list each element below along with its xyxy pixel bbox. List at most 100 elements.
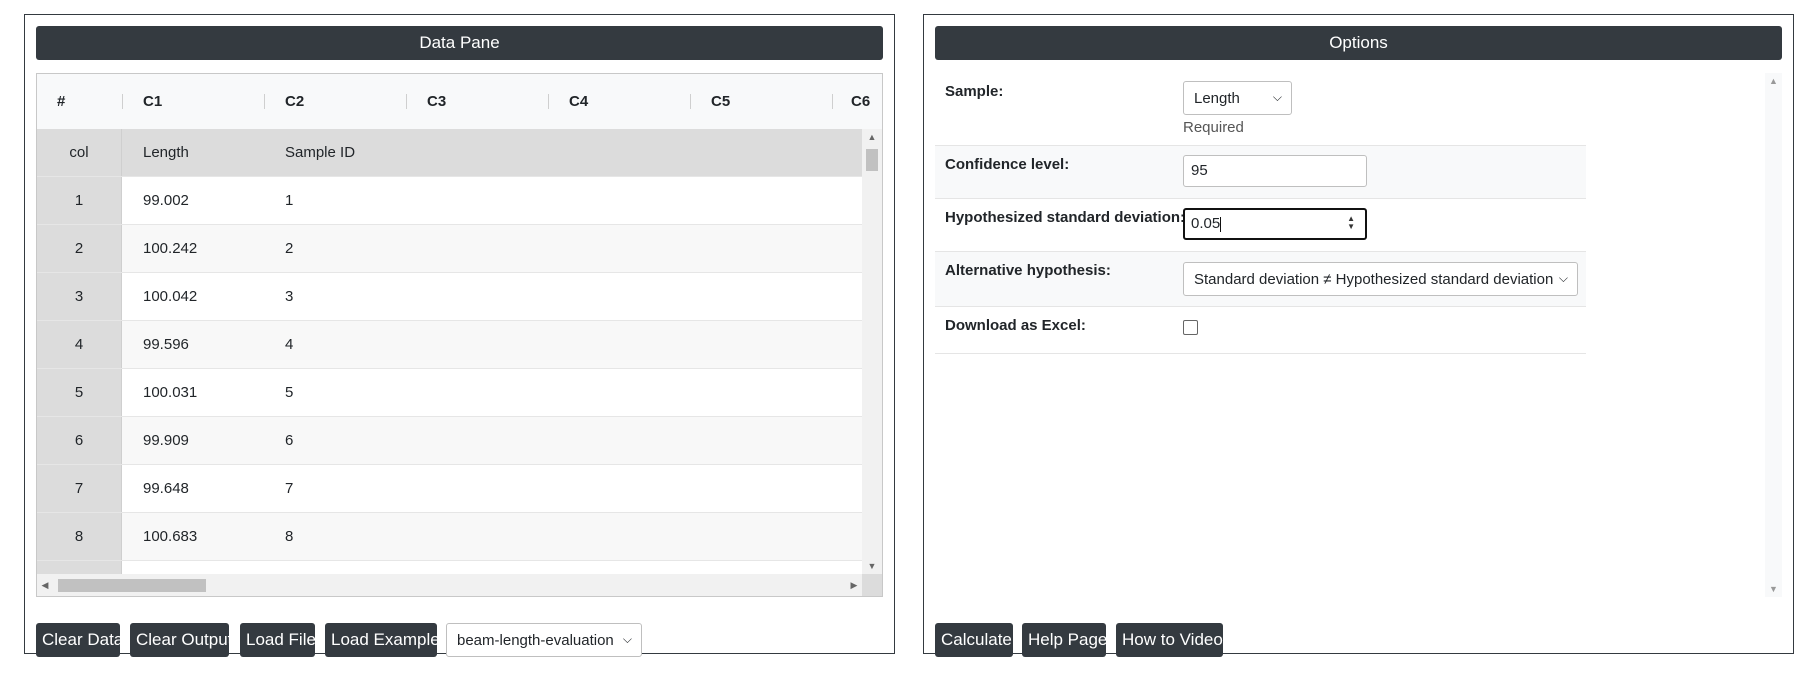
column-header-c2[interactable]: C2 <box>285 74 304 129</box>
how-to-video-button[interactable]: How to Video <box>1116 623 1223 657</box>
download-excel-checkbox[interactable] <box>1183 320 1198 335</box>
column-header-c4[interactable]: C4 <box>569 74 588 129</box>
example-select[interactable]: beam-length-evaluation ⌵ <box>446 623 642 657</box>
row-label-index: col <box>37 129 122 176</box>
table-cell[interactable]: 100.242 <box>143 225 197 272</box>
sample-select[interactable]: Length ⌵ <box>1183 81 1292 115</box>
load-file-button[interactable]: Load File <box>240 623 316 657</box>
table-row <box>37 561 862 574</box>
scrollbar-corner <box>862 574 882 596</box>
table-cell[interactable]: 7 <box>285 465 293 512</box>
scrollbar-thumb[interactable] <box>58 579 206 592</box>
scroll-right-icon[interactable]: ▶ <box>846 574 862 596</box>
table-row: 8 100.683 8 <box>37 513 862 561</box>
column-separator[interactable] <box>406 94 407 109</box>
text-cursor <box>1220 216 1222 232</box>
hyp-sd-value: 0.05 <box>1191 215 1221 232</box>
row-number: 3 <box>37 273 122 320</box>
alternative-select-value: Standard deviation ≠ Hypothesized standa… <box>1194 270 1554 288</box>
example-select-value: beam-length-evaluation <box>457 631 614 649</box>
table-cell[interactable]: 99.648 <box>143 465 189 512</box>
row-number: 1 <box>37 177 122 224</box>
grid-label-row: col Length Sample ID <box>37 129 862 177</box>
grid-body: col Length Sample ID 1 99.002 1 2 100.24… <box>37 129 862 574</box>
column-header-c5[interactable]: C5 <box>711 74 730 129</box>
data-pane-title: Data Pane <box>36 26 883 60</box>
column-separator[interactable] <box>122 94 123 109</box>
hyp-sd-input[interactable]: 0.05 ▲ ▼ <box>1183 208 1367 240</box>
chevron-down-icon: ⌵ <box>1558 271 1568 285</box>
row-number: 4 <box>37 321 122 368</box>
confidence-input[interactable]: 95 <box>1183 155 1367 187</box>
table-cell[interactable]: 100.042 <box>143 273 197 320</box>
options-pane: Options Sample: Length ⌵ Required Confid… <box>923 14 1794 657</box>
options-title: Options <box>935 26 1782 60</box>
table-row: 2 100.242 2 <box>37 225 862 273</box>
option-row-download: Download as Excel: <box>935 307 1586 354</box>
table-cell[interactable]: 5 <box>285 369 293 416</box>
table-cell[interactable]: 1 <box>285 177 293 224</box>
table-cell[interactable]: 2 <box>285 225 293 272</box>
scroll-up-icon[interactable]: ▲ <box>1765 73 1782 89</box>
column-separator[interactable] <box>264 94 265 109</box>
table-cell[interactable]: 4 <box>285 321 293 368</box>
scroll-up-icon[interactable]: ▲ <box>862 129 882 145</box>
alternative-select[interactable]: Standard deviation ≠ Hypothesized standa… <box>1183 262 1578 296</box>
clear-data-button[interactable]: Clear Data <box>36 623 123 657</box>
data-pane: Data Pane # C1 C2 C3 C4 C5 C6 col Length… <box>24 14 895 657</box>
table-row: 6 99.909 6 <box>37 417 862 465</box>
scroll-left-icon[interactable]: ◀ <box>37 574 53 596</box>
column-header-c1[interactable]: C1 <box>143 74 162 129</box>
column-separator[interactable] <box>832 94 833 109</box>
column-header-c3[interactable]: C3 <box>427 74 446 129</box>
column-separator[interactable] <box>690 94 691 109</box>
row-number: 2 <box>37 225 122 272</box>
sample-help-text: Required <box>1183 119 1244 136</box>
grid-horizontal-scrollbar[interactable]: ◀ ▶ <box>37 574 862 596</box>
table-cell[interactable]: 6 <box>285 417 293 464</box>
option-row-confidence: Confidence level: 95 <box>935 146 1586 199</box>
scroll-down-icon[interactable]: ▼ <box>1765 581 1782 597</box>
table-cell[interactable]: 3 <box>285 273 293 320</box>
row-number <box>37 561 122 574</box>
number-spinner-icon[interactable]: ▲ ▼ <box>1347 215 1355 231</box>
table-cell[interactable]: 100.031 <box>143 369 197 416</box>
table-row: 3 100.042 3 <box>37 273 862 321</box>
row-number: 6 <box>37 417 122 464</box>
confidence-label: Confidence level: <box>945 156 1070 173</box>
table-cell[interactable]: 99.909 <box>143 417 189 464</box>
table-cell[interactable]: 8 <box>285 513 293 560</box>
chevron-down-icon: ⌵ <box>1272 90 1282 104</box>
grid-column-header: # C1 C2 C3 C4 C5 C6 <box>37 74 882 130</box>
row-number: 8 <box>37 513 122 560</box>
sample-select-value: Length <box>1194 89 1240 107</box>
table-row: 4 99.596 4 <box>37 321 862 369</box>
column-separator[interactable] <box>548 94 549 109</box>
scroll-down-icon[interactable]: ▼ <box>862 558 882 574</box>
table-row: 1 99.002 1 <box>37 177 862 225</box>
option-row-hyp-sd: Hypothesized standard deviation: 0.05 ▲ ▼ <box>935 199 1586 252</box>
grid-vertical-scrollbar[interactable]: ▲ ▼ <box>862 129 882 574</box>
table-cell[interactable]: 100.683 <box>143 513 197 560</box>
table-cell[interactable]: 99.002 <box>143 177 189 224</box>
hyp-sd-label: Hypothesized standard deviation: <box>945 209 1186 226</box>
calculate-button[interactable]: Calculate <box>935 623 1013 657</box>
cell-label-c2[interactable]: Sample ID <box>285 129 355 176</box>
download-label: Download as Excel: <box>945 317 1086 334</box>
data-grid[interactable]: # C1 C2 C3 C4 C5 C6 col Length Sample ID… <box>36 73 883 597</box>
clear-output-button[interactable]: Clear Output <box>130 623 232 657</box>
options-form: Sample: Length ⌵ Required Confidence lev… <box>935 73 1782 597</box>
help-page-button[interactable]: Help Page <box>1022 623 1107 657</box>
scrollbar-thumb[interactable] <box>866 149 878 171</box>
load-example-button[interactable]: Load Example <box>325 623 440 657</box>
table-row: 5 100.031 5 <box>37 369 862 417</box>
cell-label-c1[interactable]: Length <box>143 129 189 176</box>
chevron-down-icon: ⌵ <box>622 632 632 646</box>
sample-label: Sample: <box>945 83 1004 100</box>
options-vertical-scrollbar[interactable]: ▲ ▼ <box>1765 73 1782 597</box>
row-number: 5 <box>37 369 122 416</box>
alternative-label: Alternative hypothesis: <box>945 262 1111 279</box>
option-row-alternative: Alternative hypothesis: Standard deviati… <box>935 252 1586 307</box>
table-cell[interactable]: 99.596 <box>143 321 189 368</box>
column-header-c6[interactable]: C6 <box>851 74 870 129</box>
